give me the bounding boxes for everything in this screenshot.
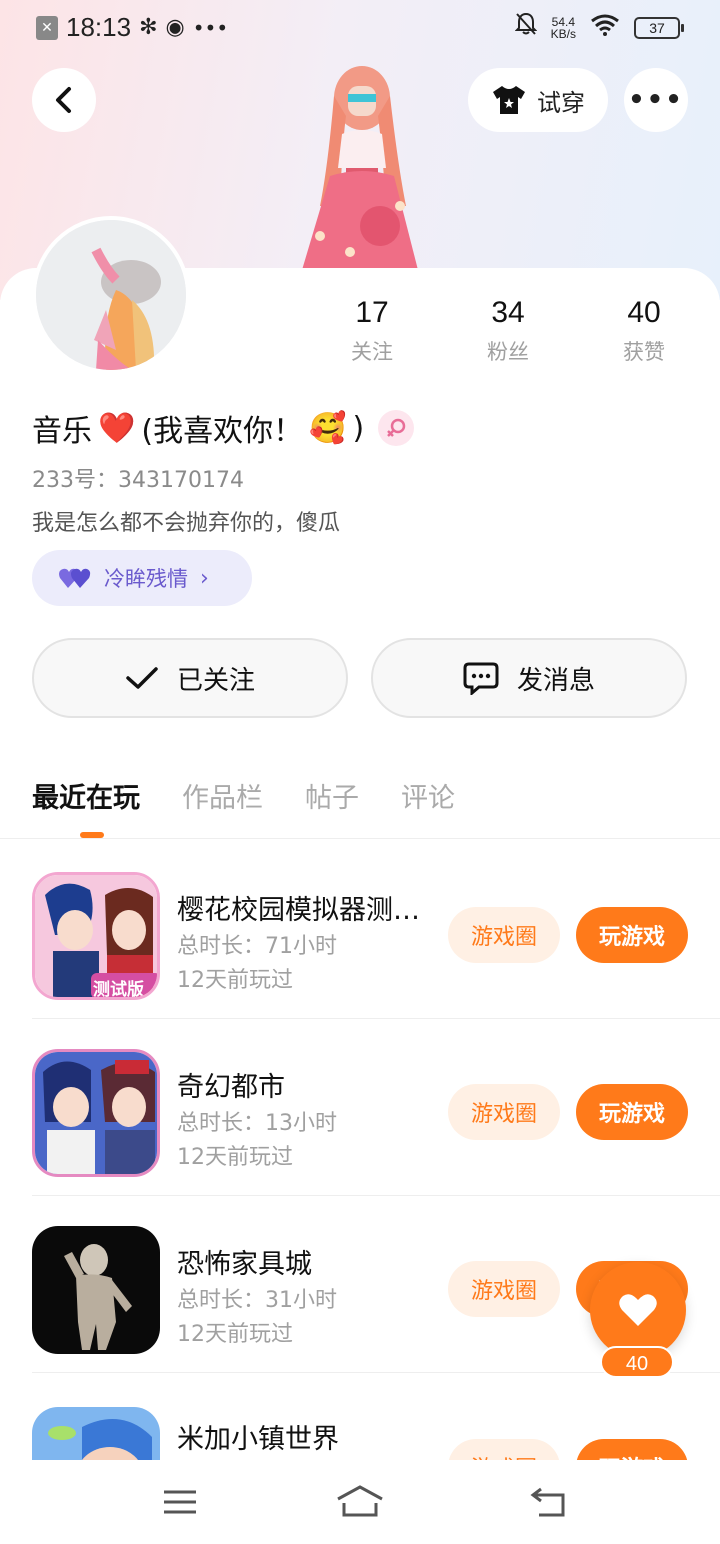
list-item[interactable]: 测试版 樱花校园模拟器测试版 总时长：71小时 12天前玩过 游戏圈 玩游戏	[32, 842, 720, 1019]
wifi-icon	[590, 13, 620, 43]
game-circle-button[interactable]: 游戏圈	[448, 907, 560, 963]
username-emoji: 🥰	[309, 410, 347, 446]
game-circle-button[interactable]: 游戏圈	[448, 1084, 560, 1140]
status-time: 18:13	[66, 12, 132, 42]
play-game-button[interactable]: 玩游戏	[576, 1084, 688, 1140]
list-item[interactable]: 米加小镇世界 游戏圈 玩游戏	[32, 1373, 720, 1460]
back-nav-button[interactable]	[518, 1482, 578, 1522]
menu-icon	[164, 1490, 196, 1514]
followed-label: 已关注	[176, 665, 255, 696]
username-text: 音乐	[32, 414, 92, 449]
play-game-button[interactable]: 玩游戏	[576, 1439, 688, 1460]
check-icon	[126, 667, 158, 689]
user-id: 233号：343170174	[32, 468, 244, 493]
net-speed: 54.4 KB/s	[551, 16, 576, 40]
mute-bell-icon	[514, 12, 538, 43]
game-duration: 总时长：13小时	[177, 1111, 337, 1136]
system-nav-bar	[0, 1460, 720, 1544]
game-last-played: 12天前玩过	[177, 968, 293, 993]
username: 音乐 ❤️ (我喜欢你！ 🥰)	[32, 406, 415, 450]
stat-likes[interactable]: 40 获赞	[589, 296, 699, 366]
avatar[interactable]	[32, 216, 190, 374]
double-heart-icon	[59, 568, 91, 588]
game-circle-button[interactable]: 游戏圈	[448, 1439, 560, 1460]
username-paren: (我喜欢你！	[141, 414, 304, 449]
game-name: 恐怖家具城	[177, 1249, 312, 1280]
game-name: 奇幻都市	[177, 1072, 285, 1103]
stat-likes-value: 40	[627, 296, 661, 329]
profile-tabs: 最近在玩 作品栏 帖子 评论	[32, 776, 455, 815]
username-close: )	[352, 410, 365, 446]
game-icon-horror-furniture	[32, 1226, 160, 1354]
chevron-right-icon: ›	[200, 565, 209, 591]
relationship-tag-label: 冷眸残情	[104, 567, 188, 591]
tab-posts[interactable]: 帖子	[305, 776, 359, 815]
tshirt-icon	[493, 86, 525, 114]
game-name: 米加小镇世界	[177, 1424, 339, 1455]
chevron-left-icon	[56, 87, 71, 113]
game-icon-badge: 测试版	[93, 980, 144, 1000]
home-icon	[337, 1485, 383, 1517]
battery-icon: 37	[634, 16, 684, 39]
chat-bubble-icon	[463, 662, 499, 695]
user-bio: 我是怎么都不会抛弃你的，傻瓜	[32, 511, 341, 536]
female-gender-icon	[378, 410, 415, 446]
game-duration: 总时长：31小时	[177, 1288, 337, 1313]
game-last-played: 12天前玩过	[177, 1322, 293, 1347]
back-arrow-icon	[530, 1487, 565, 1517]
fan-icon: ✻	[139, 15, 158, 40]
game-icon-sakura-school: 测试版	[32, 872, 160, 1000]
compass-icon: ◉	[165, 15, 185, 40]
more-dots-icon: •••	[628, 85, 684, 115]
avatar-character-figure	[290, 56, 430, 270]
stat-following[interactable]: 17 关注	[317, 296, 427, 366]
net-speed-unit: KB/s	[550, 26, 576, 41]
tab-comments[interactable]: 评论	[401, 776, 455, 815]
game-duration: 总时长：71小时	[177, 934, 337, 959]
try-on-button[interactable]: 试穿	[468, 68, 608, 132]
notification-close-icon: ✕	[36, 15, 58, 40]
stat-following-label: 关注	[351, 340, 393, 364]
back-button[interactable]	[32, 68, 96, 132]
list-item[interactable]: 奇幻都市 总时长：13小时 12天前玩过 游戏圈 玩游戏	[32, 1019, 720, 1196]
send-message-button[interactable]: 发消息	[371, 638, 687, 718]
tab-works[interactable]: 作品栏	[182, 776, 263, 815]
like-count-badge: 40	[600, 1346, 674, 1378]
game-circle-button[interactable]: 游戏圈	[448, 1261, 560, 1317]
menu-nav-button[interactable]	[150, 1482, 210, 1522]
game-name: 樱花校园模拟器测试版	[177, 895, 437, 926]
status-bar: ✕ 18:13 ✻ ◉ ••• 54.4 KB/s 37	[0, 0, 720, 58]
relationship-tag-chip[interactable]: 冷眸残情 ›	[32, 550, 252, 606]
game-icon-miga-town	[32, 1407, 160, 1460]
like-button[interactable]	[590, 1262, 686, 1358]
followed-button[interactable]: 已关注	[32, 638, 348, 718]
stat-likes-label: 获赞	[623, 340, 665, 364]
play-game-button[interactable]: 玩游戏	[576, 907, 688, 963]
username-heart: ❤️	[98, 410, 136, 446]
more-options-button[interactable]: •••	[624, 68, 688, 132]
stat-following-value: 17	[355, 296, 389, 329]
tab-recently-played[interactable]: 最近在玩	[32, 776, 140, 815]
try-on-label: 试穿	[537, 88, 585, 117]
heart-icon	[619, 1294, 657, 1326]
stat-fans-value: 34	[491, 296, 525, 329]
game-last-played: 12天前玩过	[177, 1145, 293, 1170]
send-message-label: 发消息	[516, 665, 595, 696]
game-icon-fantasy-city	[32, 1049, 160, 1177]
tabs-divider	[0, 838, 720, 839]
more-status-icon: •••	[192, 15, 229, 40]
stat-fans[interactable]: 34 粉丝	[453, 296, 563, 366]
home-nav-button[interactable]	[330, 1482, 390, 1522]
stat-fans-label: 粉丝	[487, 340, 529, 364]
